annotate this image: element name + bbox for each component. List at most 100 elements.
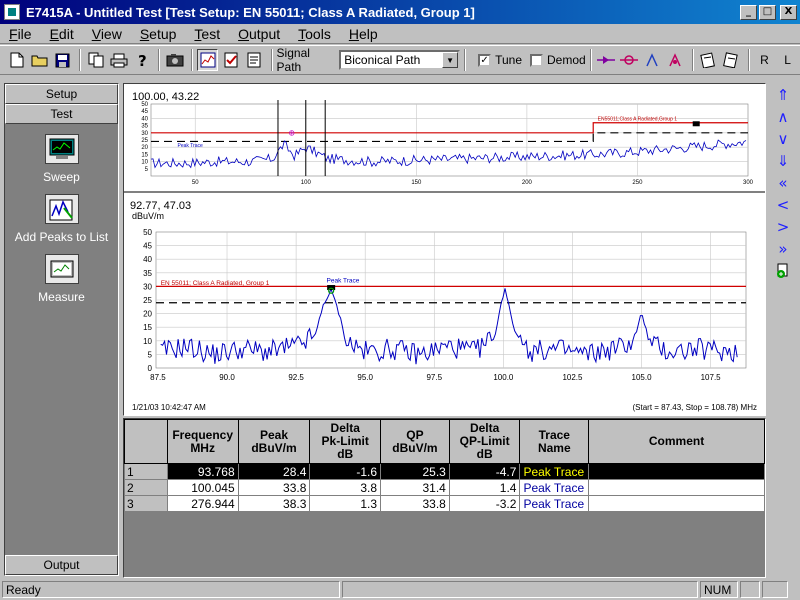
double-down-icon[interactable]: ⇓	[772, 151, 794, 171]
measure-icon[interactable]	[44, 254, 79, 284]
cell-frequency[interactable]: 93.768	[166, 463, 239, 480]
row-number[interactable]: 3	[124, 495, 168, 512]
cell-comment[interactable]	[588, 463, 765, 480]
graph-view-icon[interactable]	[197, 49, 219, 71]
cell-frequency[interactable]: 100.045	[166, 479, 239, 496]
measure-item[interactable]: Measure	[5, 254, 118, 304]
cell-qp[interactable]: 33.8	[380, 495, 450, 512]
down-icon[interactable]: ∨	[772, 129, 794, 149]
minimize-button[interactable]: _	[740, 4, 757, 20]
cell-comment[interactable]	[588, 479, 765, 496]
menu-file[interactable]: File	[0, 26, 41, 42]
y-tick-label: 15	[143, 323, 152, 332]
cell-comment[interactable]	[588, 495, 765, 512]
double-right-icon[interactable]: »	[772, 239, 794, 259]
tune-checkbox[interactable]: ✓ Tune	[478, 53, 522, 67]
cell-peak[interactable]: 38.3	[237, 495, 311, 512]
probe-icon[interactable]	[665, 49, 686, 71]
open-folder-icon[interactable]	[29, 49, 50, 71]
cell-delta-pk[interactable]: 3.8	[309, 479, 382, 496]
demod-check-box[interactable]	[530, 53, 543, 67]
output-button[interactable]: Output	[5, 555, 118, 575]
checklist-icon[interactable]	[220, 49, 241, 71]
row-number[interactable]: 1	[124, 463, 168, 480]
right-nav-bar: ⇑ ∧ ∨ ⇓ « < > »	[768, 83, 798, 583]
column-header-delta-qp[interactable]: Delta QP-Limit dB	[448, 419, 521, 464]
help-icon[interactable]: ?	[131, 49, 152, 71]
right-icon[interactable]: >	[772, 217, 794, 237]
save-icon[interactable]	[52, 49, 73, 71]
menu-tools[interactable]: Tools	[289, 26, 340, 42]
table-row[interactable]: 1 93.768 28.4 -1.6 25.3 -4.7 Peak Trace	[124, 463, 765, 480]
print-icon[interactable]	[108, 49, 129, 71]
report-edit-icon[interactable]	[721, 49, 742, 71]
menu-test[interactable]: Test	[185, 26, 229, 42]
lisn-icon[interactable]	[619, 49, 640, 71]
table-row[interactable]: 3 276.944 38.3 1.3 33.8 -3.2 Peak Trace	[124, 495, 765, 512]
menu-edit[interactable]: Edit	[41, 26, 83, 42]
double-up-icon[interactable]: ⇑	[772, 85, 794, 105]
camera-icon[interactable]	[164, 49, 185, 71]
tune-check-icon[interactable]: ✓	[478, 53, 492, 67]
double-left-icon[interactable]: «	[772, 173, 794, 193]
maximize-button[interactable]: □	[759, 4, 776, 20]
x-tick-label: 250	[632, 180, 643, 186]
title-bar: E7415A - Untitled Test [Test Setup: EN 5…	[0, 0, 800, 24]
setup-button[interactable]: Setup	[5, 84, 118, 104]
column-header-comment[interactable]: Comment	[588, 419, 765, 464]
column-header-delta-pk[interactable]: Delta Pk-Limit dB	[309, 419, 382, 464]
spectrum-chart[interactable]: 100.00, 43.22 ⊕ EN55011;Class A Radiated…	[124, 84, 765, 415]
add-peaks-item[interactable]: Add Peaks to List	[5, 194, 118, 244]
antenna-icon[interactable]	[642, 49, 663, 71]
cell-delta-qp[interactable]: 1.4	[448, 479, 521, 496]
cell-qp[interactable]: 25.3	[380, 463, 450, 480]
y-tick-label: 5	[145, 167, 149, 173]
y-tick-label: 30	[141, 131, 148, 137]
add-marker-icon[interactable]	[772, 261, 794, 281]
cell-qp[interactable]: 31.4	[380, 479, 450, 496]
cell-peak[interactable]: 28.4	[237, 463, 311, 480]
table-row[interactable]: 2 100.045 33.8 3.8 31.4 1.4 Peak Trace	[124, 479, 765, 496]
cell-delta-pk[interactable]: 1.3	[309, 495, 382, 512]
cell-delta-pk[interactable]: -1.6	[309, 463, 382, 480]
copy-icon[interactable]	[85, 49, 106, 71]
up-icon[interactable]: ∧	[772, 107, 794, 127]
column-header-qp[interactable]: QP dBuV/m	[380, 419, 450, 464]
x-tick-label: 105.0	[632, 373, 653, 382]
l-button[interactable]: L	[777, 49, 798, 71]
cell-trace-name[interactable]: Peak Trace	[519, 495, 590, 512]
document-icon[interactable]	[244, 49, 265, 71]
cell-trace-name[interactable]: Peak Trace	[519, 479, 590, 496]
close-button[interactable]: X	[780, 4, 797, 20]
cell-delta-qp[interactable]: -4.7	[448, 463, 521, 480]
report-icon[interactable]	[698, 49, 719, 71]
cell-peak[interactable]: 33.8	[237, 479, 311, 496]
r-button[interactable]: R	[754, 49, 775, 71]
app-icon[interactable]	[4, 4, 20, 20]
column-header-peak[interactable]: Peak dBuV/m	[237, 419, 311, 464]
menu-help[interactable]: Help	[340, 26, 387, 42]
demod-checkbox[interactable]: Demod	[530, 53, 586, 67]
svg-text:?: ?	[138, 52, 147, 68]
cell-frequency[interactable]: 276.944	[166, 495, 239, 512]
sweep-icon[interactable]	[44, 134, 79, 164]
chevron-down-icon[interactable]: ▼	[442, 52, 459, 68]
menu-setup[interactable]: Setup	[131, 26, 186, 42]
sweep-item[interactable]: Sweep	[5, 134, 118, 184]
column-header-trace-name[interactable]: Trace Name	[519, 419, 590, 464]
column-header-frequency[interactable]: Frequency MHz	[166, 419, 239, 464]
menu-output[interactable]: Output	[229, 26, 289, 42]
cell-delta-qp[interactable]: -3.2	[448, 495, 521, 512]
signal-path-select[interactable]: Biconical Path ▼	[339, 50, 461, 70]
overview-grid	[150, 103, 749, 177]
test-button[interactable]: Test	[5, 104, 118, 124]
signal-arrow-icon[interactable]	[596, 49, 617, 71]
add-peaks-icon[interactable]	[44, 194, 79, 224]
overview-marker-symbol: ⊕	[288, 129, 295, 138]
menu-view[interactable]: View	[83, 26, 131, 42]
cell-trace-name[interactable]: Peak Trace	[519, 463, 590, 480]
x-tick-label: 300	[743, 180, 754, 186]
left-icon[interactable]: <	[772, 195, 794, 215]
row-number[interactable]: 2	[124, 479, 168, 496]
new-file-icon[interactable]	[6, 49, 27, 71]
